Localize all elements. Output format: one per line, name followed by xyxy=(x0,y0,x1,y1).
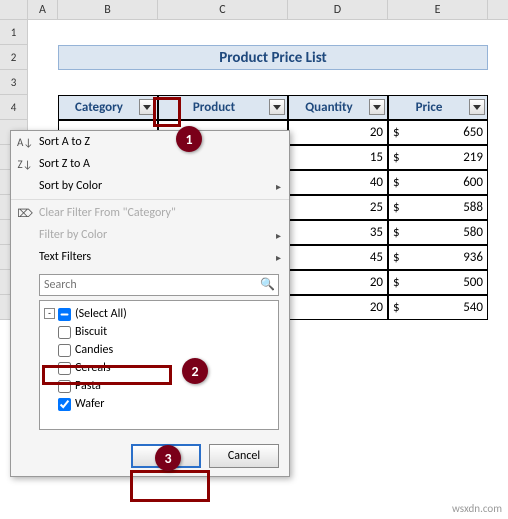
row-header-3[interactable]: 3 xyxy=(0,70,28,95)
menu-separator xyxy=(11,199,289,200)
filter-option-label: Pasta xyxy=(75,379,101,393)
header-price: Price xyxy=(388,95,488,120)
callout-1: 1 xyxy=(176,126,202,152)
row-header-2[interactable]: 2 xyxy=(0,45,28,70)
filter-checkbox[interactable] xyxy=(58,398,71,411)
filter-option[interactable]: - (Select All) xyxy=(44,305,274,323)
filter-checkbox[interactable] xyxy=(58,362,71,375)
filter-button-category[interactable] xyxy=(139,99,155,115)
sort-az-icon: A↓ xyxy=(17,136,33,149)
cell-quantity[interactable]: 45 xyxy=(288,245,388,270)
filter-option-label: Wafer xyxy=(75,397,104,411)
header-product: Product xyxy=(158,95,288,120)
cell-quantity[interactable]: 20 xyxy=(288,270,388,295)
filter-checkbox[interactable] xyxy=(58,344,71,357)
filter-dropdown: A↓ Sort A to Z Z↓ Sort Z to A Sort by Co… xyxy=(10,130,290,477)
cell-quantity[interactable]: 25 xyxy=(288,195,388,220)
col-header-C[interactable]: C xyxy=(158,0,288,19)
cell-price[interactable]: 540 xyxy=(388,295,488,320)
header-category-label: Category xyxy=(75,100,123,115)
cell-price[interactable]: 500 xyxy=(388,270,488,295)
table-header-row: 4 Category Product Quantity Price xyxy=(0,95,508,120)
filter-option-label: (Select All) xyxy=(75,307,127,321)
row-1: 1 xyxy=(0,20,508,45)
filter-option[interactable]: Biscuit xyxy=(44,323,274,341)
filter-button-price[interactable] xyxy=(469,99,485,115)
header-quantity-label: Quantity xyxy=(305,100,352,115)
sort-by-color-label: Sort by Color xyxy=(39,179,102,193)
cell-quantity[interactable]: 15 xyxy=(288,145,388,170)
sort-za-item[interactable]: Z↓ Sort Z to A xyxy=(11,153,289,175)
cell-quantity[interactable]: 40 xyxy=(288,170,388,195)
cell-price[interactable]: 580 xyxy=(388,220,488,245)
row-header-4[interactable]: 4 xyxy=(0,95,28,120)
sort-za-icon: Z↓ xyxy=(17,158,33,171)
sort-az-item[interactable]: A↓ Sort A to Z xyxy=(11,131,289,153)
page-title: Product Price List xyxy=(58,45,488,70)
header-price-label: Price xyxy=(416,100,443,115)
filter-checkbox[interactable] xyxy=(58,308,71,321)
callout-2: 2 xyxy=(182,358,208,384)
callout-3: 3 xyxy=(155,445,181,471)
col-header-D[interactable]: D xyxy=(288,0,388,19)
cell-quantity[interactable]: 20 xyxy=(288,120,388,145)
search-icon: 🔍 xyxy=(260,277,275,292)
clear-filter-icon: ⌦ xyxy=(17,207,33,220)
row-2: 2 Product Price List xyxy=(0,45,508,70)
dialog-buttons: OK Cancel xyxy=(11,436,289,476)
text-filters-item[interactable]: Text Filters xyxy=(11,246,289,268)
select-all-cell[interactable] xyxy=(0,0,28,19)
filter-checkbox[interactable] xyxy=(58,326,71,339)
filter-option-label: Candies xyxy=(75,343,113,357)
header-product-label: Product xyxy=(193,100,235,115)
filter-option-label: Cereals xyxy=(75,361,111,375)
filter-by-color-label: Filter by Color xyxy=(39,228,107,242)
sort-az-label: Sort A to Z xyxy=(39,135,90,149)
search-input[interactable] xyxy=(39,274,279,296)
sort-by-color-item[interactable]: Sort by Color xyxy=(11,175,289,197)
filter-option-label: Biscuit xyxy=(75,325,107,339)
col-header-E[interactable]: E xyxy=(388,0,488,19)
cell-price[interactable]: 650 xyxy=(388,120,488,145)
cell-price[interactable]: 219 xyxy=(388,145,488,170)
sort-za-label: Sort Z to A xyxy=(39,157,90,171)
clear-filter-label: Clear Filter From "Category" xyxy=(39,206,176,220)
col-header-B[interactable]: B xyxy=(58,0,158,19)
filter-option[interactable]: Cereals xyxy=(44,359,274,377)
filter-option[interactable]: Candies xyxy=(44,341,274,359)
header-category: Category xyxy=(58,95,158,120)
search-box: 🔍 xyxy=(39,274,279,296)
column-headers-row: A B C D E xyxy=(0,0,508,20)
text-filters-label: Text Filters xyxy=(39,250,91,264)
watermark: wsxdn.com xyxy=(452,502,502,515)
filter-option[interactable]: Wafer xyxy=(44,395,274,413)
cell-quantity[interactable]: 20 xyxy=(288,295,388,320)
filter-button-quantity[interactable] xyxy=(369,99,385,115)
row-header-1[interactable]: 1 xyxy=(0,20,28,45)
expand-icon[interactable]: - xyxy=(44,308,55,319)
cell-price[interactable]: 588 xyxy=(388,195,488,220)
cancel-button[interactable]: Cancel xyxy=(209,444,279,468)
cell-price[interactable]: 936 xyxy=(388,245,488,270)
filter-by-color-item: Filter by Color xyxy=(11,224,289,246)
clear-filter-item: ⌦ Clear Filter From "Category" xyxy=(11,202,289,224)
filter-checkbox[interactable] xyxy=(58,380,71,393)
filter-option[interactable]: Pasta xyxy=(44,377,274,395)
header-quantity: Quantity xyxy=(288,95,388,120)
row-3: 3 xyxy=(0,70,508,95)
filter-button-product[interactable] xyxy=(269,99,285,115)
filter-options-tree: - (Select All) Biscuit Candies Cereals Pasta W… xyxy=(39,300,279,430)
cell-price[interactable]: 600 xyxy=(388,170,488,195)
cell-quantity[interactable]: 35 xyxy=(288,220,388,245)
col-header-A[interactable]: A xyxy=(28,0,58,19)
